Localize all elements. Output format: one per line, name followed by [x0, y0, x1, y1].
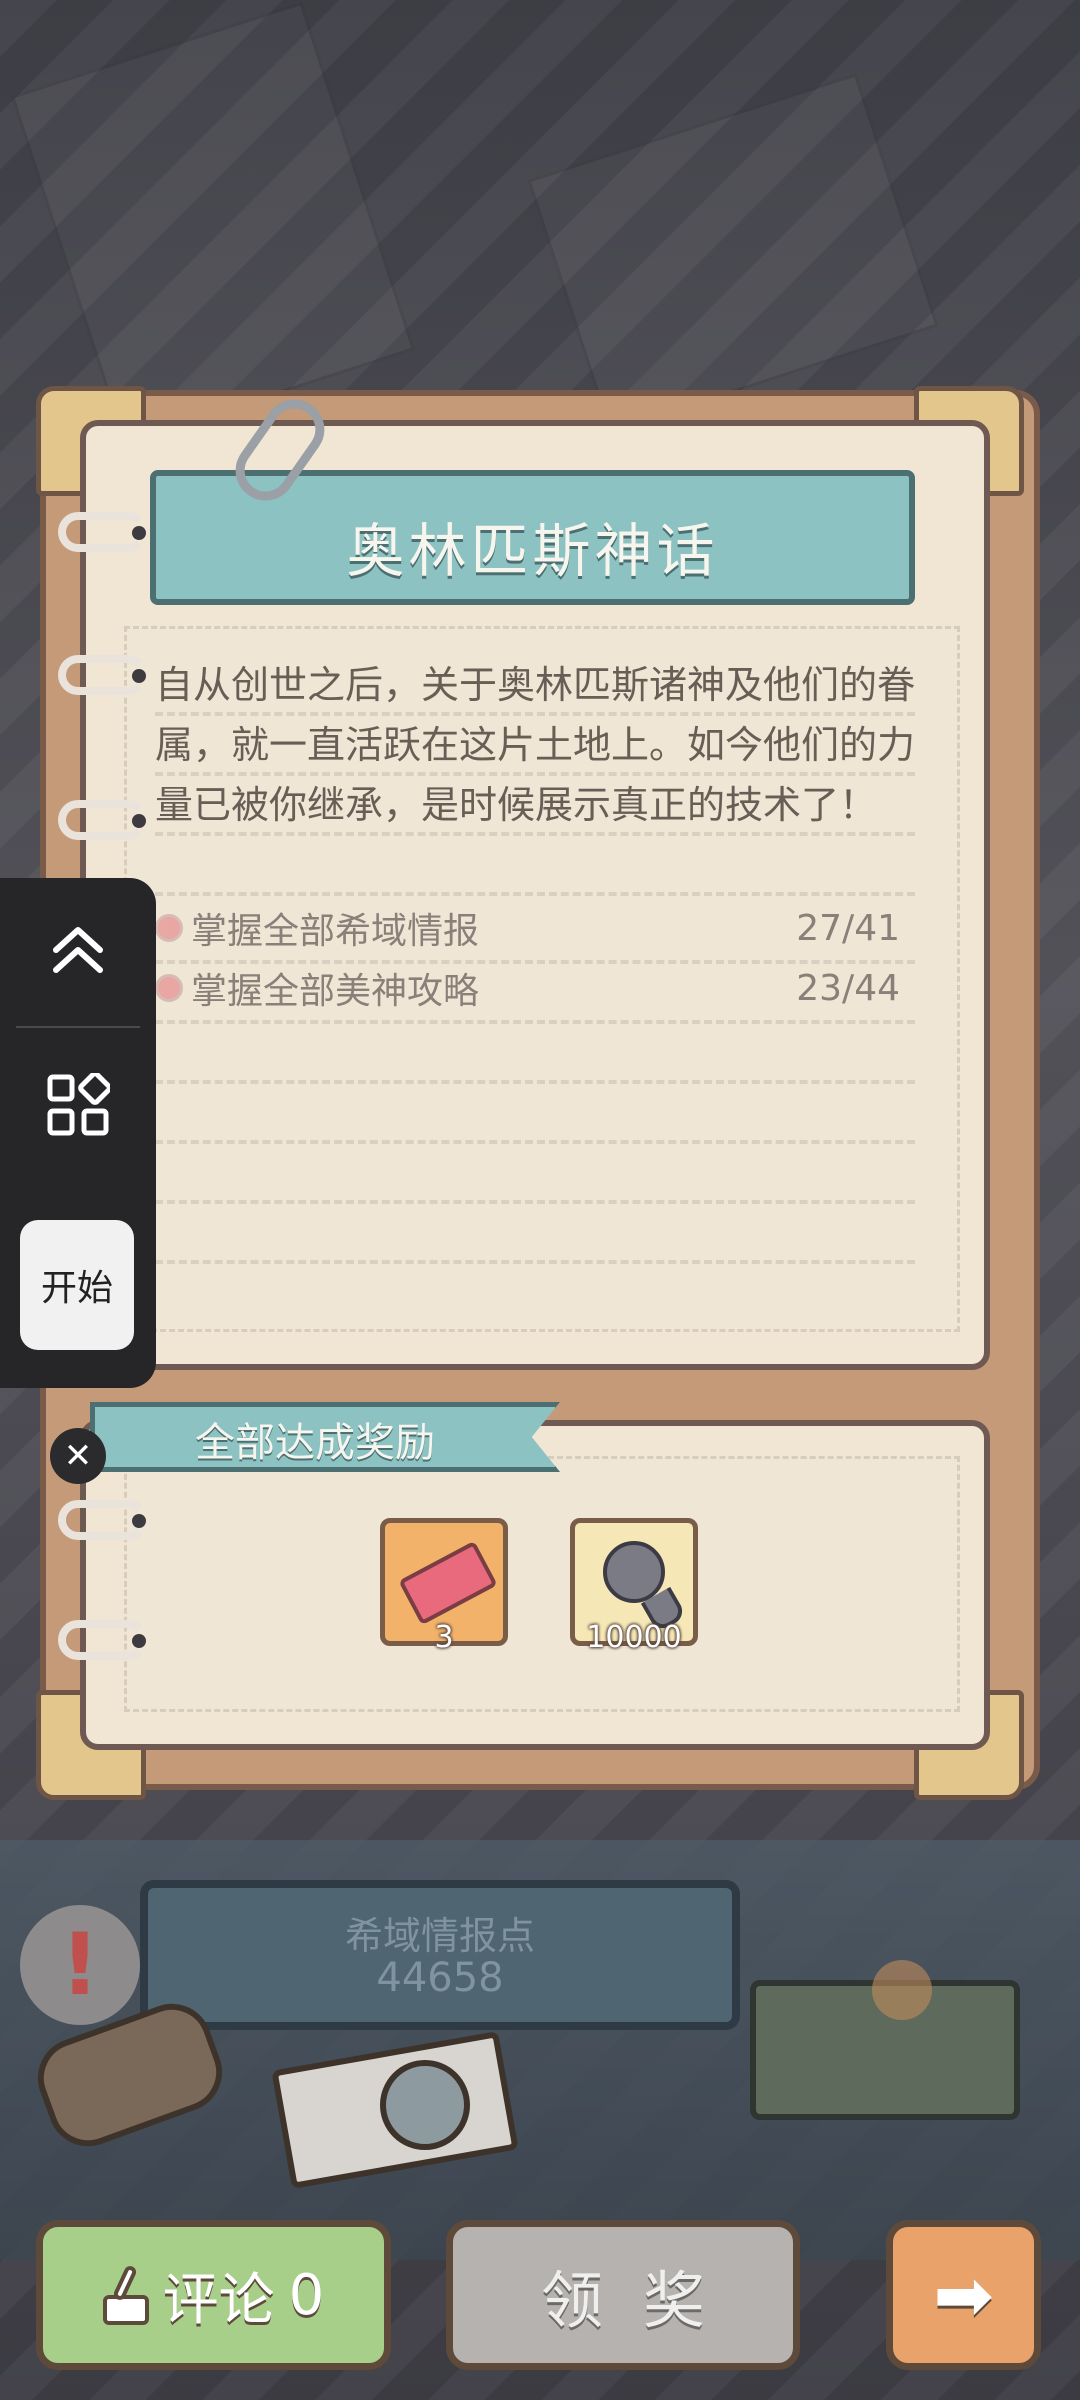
arrow-right-icon: ➡: [933, 2253, 994, 2337]
magnifier-icon: [380, 2060, 470, 2150]
info-points-value: 44658: [376, 1955, 504, 2001]
comment-count: 0: [288, 2262, 325, 2328]
ghost-icon: [603, 1541, 665, 1603]
next-button[interactable]: ➡: [886, 2220, 1041, 2370]
description-text: 自从创世之后，关于奥林匹斯诸神及他们的眷属，就一直活跃在这片土地上。如今他们的力…: [155, 663, 916, 827]
grid-icon: [47, 1073, 110, 1136]
binder-ring: [58, 512, 148, 552]
binder-ring: [58, 1500, 148, 1540]
toolbar-divider: [16, 1026, 140, 1028]
binder-ring: [58, 1620, 148, 1660]
claim-reward-button[interactable]: 领奖: [446, 2220, 800, 2370]
close-icon[interactable]: ✕: [50, 1428, 106, 1484]
alert-bubble[interactable]: !: [20, 1905, 140, 2025]
comment-label: 评论: [162, 2267, 275, 2333]
task-status-icon: [155, 974, 183, 1002]
start-button[interactable]: 开始: [20, 1220, 134, 1350]
reward-count: 3: [434, 1620, 454, 1655]
task-item: 掌握全部美神攻略 23/44: [155, 961, 900, 1015]
collapse-button[interactable]: [0, 880, 156, 1020]
ticket-icon: [398, 1540, 498, 1626]
task-progress: 23/44: [796, 967, 900, 1009]
page-title: 奥林匹斯神话: [346, 517, 719, 585]
comment-button[interactable]: 评论 0: [36, 2220, 391, 2370]
lamp-glow: [872, 1960, 932, 2020]
binder-ring: [58, 655, 148, 695]
inkwell-icon: [102, 2265, 149, 2325]
apps-button[interactable]: [0, 1035, 156, 1175]
task-progress: 27/41: [796, 907, 900, 949]
task-item: 掌握全部希域情报 27/41: [155, 901, 900, 955]
double-chevron-up-icon: [53, 927, 103, 973]
reward-item-ticket[interactable]: 3: [380, 1518, 508, 1655]
claim-label: 领奖: [540, 2264, 745, 2337]
task-label: 掌握全部美神攻略: [191, 971, 480, 1012]
reward-item-ghost[interactable]: 10000: [570, 1518, 698, 1655]
binder-ring: [58, 800, 148, 840]
exclamation-icon: !: [60, 1915, 100, 2015]
reward-title: 全部达成奖励: [195, 1420, 435, 1466]
task-status-icon: [155, 914, 183, 942]
info-sign-label: 希域情报点: [344, 1914, 535, 1958]
reward-count: 10000: [586, 1620, 682, 1655]
task-label: 掌握全部希域情报: [191, 911, 480, 952]
